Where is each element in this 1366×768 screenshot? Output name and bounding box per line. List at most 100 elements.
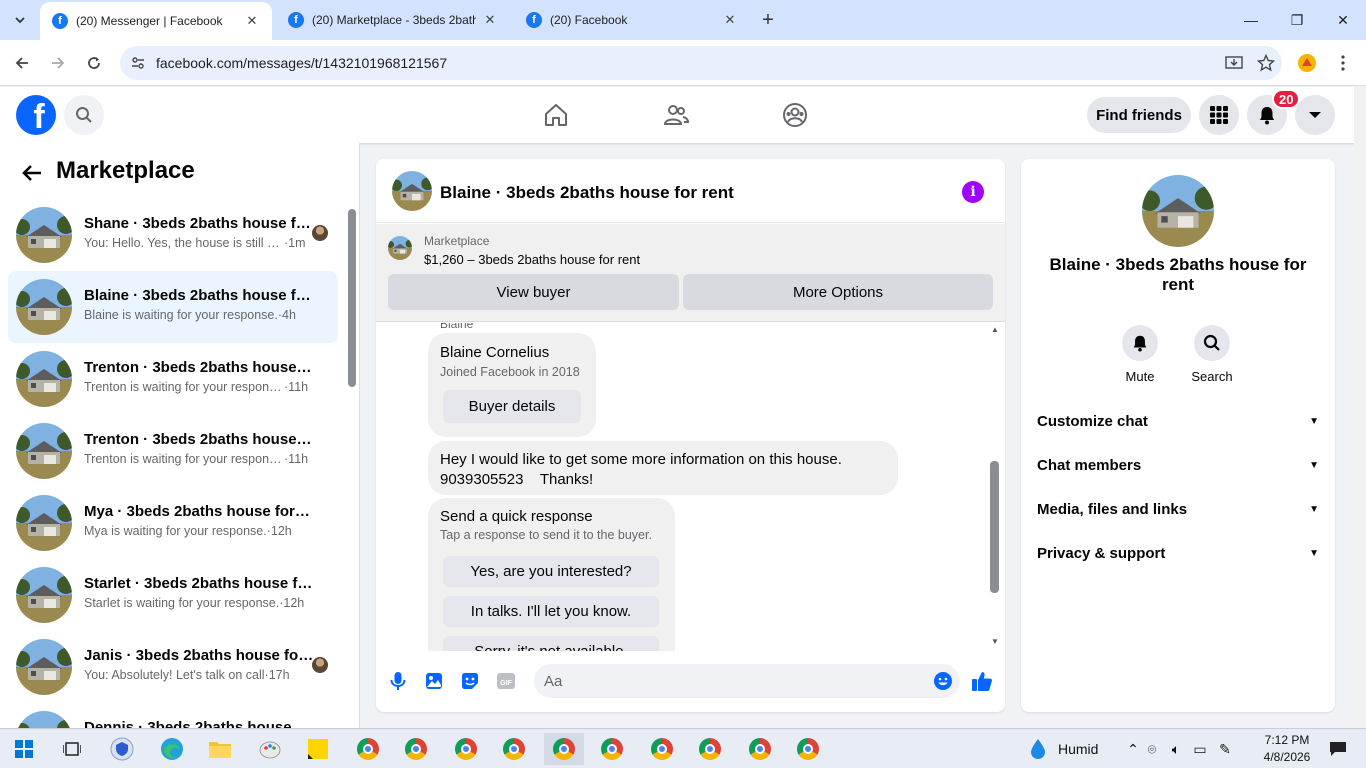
- edge-browser-icon[interactable]: [152, 733, 192, 765]
- reload-button[interactable]: [81, 50, 107, 76]
- seen-by-avatar: [312, 225, 328, 241]
- more-options-button[interactable]: More Options: [683, 274, 993, 310]
- microphone-icon[interactable]: [386, 669, 410, 693]
- minimize-button[interactable]: —: [1228, 0, 1274, 40]
- conversation-item[interactable]: Janis · 3beds 2baths house for rent You: …: [8, 631, 338, 703]
- sticker-icon[interactable]: [458, 669, 482, 693]
- address-bar[interactable]: facebook.com/messages/t/1432101968121567: [120, 46, 1282, 80]
- chrome-profile-icon[interactable]: [740, 733, 780, 765]
- mute-label: Mute: [1125, 369, 1155, 384]
- message-input[interactable]: [534, 664, 960, 698]
- conversation-item[interactable]: Mya · 3beds 2baths house for rent Mya is …: [8, 487, 338, 559]
- sticky-notes-icon[interactable]: [298, 733, 338, 765]
- facebook-logo-icon[interactable]: f: [16, 95, 56, 135]
- paint-app-icon[interactable]: [250, 733, 290, 765]
- menu-grid-button[interactable]: [1199, 95, 1239, 135]
- browser-menu-icon[interactable]: [1332, 52, 1354, 74]
- task-view-button[interactable]: [52, 733, 92, 765]
- weather-widget[interactable]: Humid: [1030, 729, 1098, 768]
- close-tab-icon[interactable]: ✕: [244, 13, 260, 29]
- listing-thumbnail[interactable]: [388, 236, 412, 260]
- scrollbar-thumb[interactable]: [348, 209, 356, 387]
- chrome-profile-icon[interactable]: [446, 733, 486, 765]
- notifications-center-button[interactable]: [1318, 733, 1358, 765]
- chrome-profile-icon[interactable]: [544, 733, 584, 765]
- tab-messenger[interactable]: f (20) Messenger | Facebook ✕: [40, 2, 272, 40]
- chevron-up-icon[interactable]: ⌃: [1126, 741, 1140, 758]
- chrome-profile-icon[interactable]: [396, 733, 436, 765]
- chrome-profile-icon[interactable]: [690, 733, 730, 765]
- tab-marketplace[interactable]: f (20) Marketplace - 3beds 2baths ✕: [276, 0, 510, 40]
- page-scrollbar[interactable]: [1354, 87, 1366, 728]
- media-files-links-section[interactable]: Media, files and links ▼: [1029, 487, 1327, 531]
- mute-button[interactable]: Mute: [1110, 325, 1170, 384]
- scroll-down-arrow[interactable]: ▼: [990, 637, 1000, 647]
- conversation-item[interactable]: Starlet · 3beds 2baths house for rent Sta…: [8, 559, 338, 631]
- security-app-icon[interactable]: [102, 733, 142, 765]
- conversation-item[interactable]: Trenton · 3beds 2baths house for rent Tre…: [8, 415, 338, 487]
- scroll-up-arrow[interactable]: ▲: [990, 325, 1000, 335]
- like-icon[interactable]: [970, 669, 994, 693]
- home-nav-button[interactable]: [536, 95, 576, 135]
- conversation-item[interactable]: Dennis · 3beds 2baths house for rent: [8, 703, 338, 728]
- tab-facebook[interactable]: f (20) Facebook ✕: [514, 0, 750, 40]
- bookmark-star-icon[interactable]: [1250, 54, 1282, 72]
- start-button[interactable]: [4, 733, 44, 765]
- back-button[interactable]: [9, 50, 35, 76]
- photo-icon[interactable]: [422, 669, 446, 693]
- back-button[interactable]: [18, 159, 46, 187]
- find-friends-button[interactable]: Find friends: [1087, 97, 1191, 133]
- forward-button[interactable]: [45, 50, 71, 76]
- chrome-profile-icon[interactable]: [592, 733, 632, 765]
- chat-members-section[interactable]: Chat members ▼: [1029, 443, 1327, 487]
- conversation-item[interactable]: Shane · 3beds 2baths house for rent You: …: [8, 199, 338, 271]
- extension-icon[interactable]: [1296, 52, 1318, 74]
- listing-price[interactable]: $1,260 – 3beds 2baths house for rent: [424, 252, 640, 267]
- emoji-icon[interactable]: [931, 669, 955, 693]
- facebook-search-button[interactable]: [64, 95, 104, 135]
- file-explorer-icon[interactable]: [200, 733, 240, 765]
- conversation-name: Dennis · 3beds 2baths house for rent: [84, 719, 314, 728]
- privacy-support-section[interactable]: Privacy & support ▼: [1029, 531, 1327, 575]
- gif-icon[interactable]: GIF: [494, 669, 518, 693]
- conversation-preview: Trenton is waiting for your response.: [84, 380, 284, 394]
- contact-avatar[interactable]: [1142, 175, 1214, 247]
- chrome-app-icon[interactable]: [348, 733, 388, 765]
- restore-button[interactable]: ❐: [1274, 0, 1320, 40]
- friends-nav-button[interactable]: [656, 95, 696, 135]
- conversation-item[interactable]: Trenton · 3beds 2baths house for rent Tre…: [8, 343, 338, 415]
- taskbar-clock[interactable]: 7:12 PM 4/8/2026: [1252, 732, 1322, 766]
- close-tab-icon[interactable]: ✕: [482, 12, 498, 28]
- customize-chat-section[interactable]: Customize chat ▼: [1029, 399, 1327, 443]
- buyer-joined: Joined Facebook in 2018: [440, 365, 580, 379]
- site-info-icon[interactable]: [120, 55, 156, 71]
- scrollbar-thumb[interactable]: [990, 461, 999, 593]
- chat-title[interactable]: Blaine · 3beds 2baths house for rent: [440, 183, 734, 203]
- install-app-icon[interactable]: [1218, 55, 1250, 71]
- buyer-details-button[interactable]: Buyer details: [443, 390, 581, 423]
- chrome-profile-icon[interactable]: [494, 733, 534, 765]
- chrome-profile-icon[interactable]: [642, 733, 682, 765]
- volume-icon[interactable]: 🔈︎: [1164, 741, 1188, 758]
- close-window-button[interactable]: ✕: [1320, 0, 1366, 40]
- search-in-chat-button[interactable]: Search: [1182, 325, 1242, 384]
- camera-icon[interactable]: ⌾: [1140, 741, 1164, 758]
- network-icon[interactable]: ▭: [1188, 741, 1212, 758]
- close-tab-icon[interactable]: ✕: [722, 12, 738, 28]
- new-tab-button[interactable]: +: [756, 8, 780, 32]
- quick-response-option[interactable]: Sorry, it's not available.: [443, 636, 659, 651]
- pen-icon[interactable]: ✎: [1212, 741, 1238, 758]
- account-menu-button[interactable]: [1295, 95, 1335, 135]
- chevron-down-icon: ▼: [1309, 415, 1319, 427]
- chrome-profile-icon[interactable]: [788, 733, 828, 765]
- info-icon[interactable]: i: [962, 181, 984, 203]
- conversation-item[interactable]: Blaine · 3beds 2baths house for rent Blai…: [8, 271, 338, 343]
- chat-avatar[interactable]: [392, 171, 432, 211]
- quick-response-option[interactable]: Yes, are you interested?: [443, 556, 659, 587]
- tab-search-button[interactable]: [6, 6, 34, 34]
- facebook-favicon-icon: f: [288, 12, 304, 28]
- groups-nav-button[interactable]: [775, 95, 815, 135]
- quick-response-option[interactable]: In talks. I'll let you know.: [443, 596, 659, 627]
- section-label: Chat members: [1037, 456, 1142, 474]
- view-buyer-button[interactable]: View buyer: [388, 274, 679, 310]
